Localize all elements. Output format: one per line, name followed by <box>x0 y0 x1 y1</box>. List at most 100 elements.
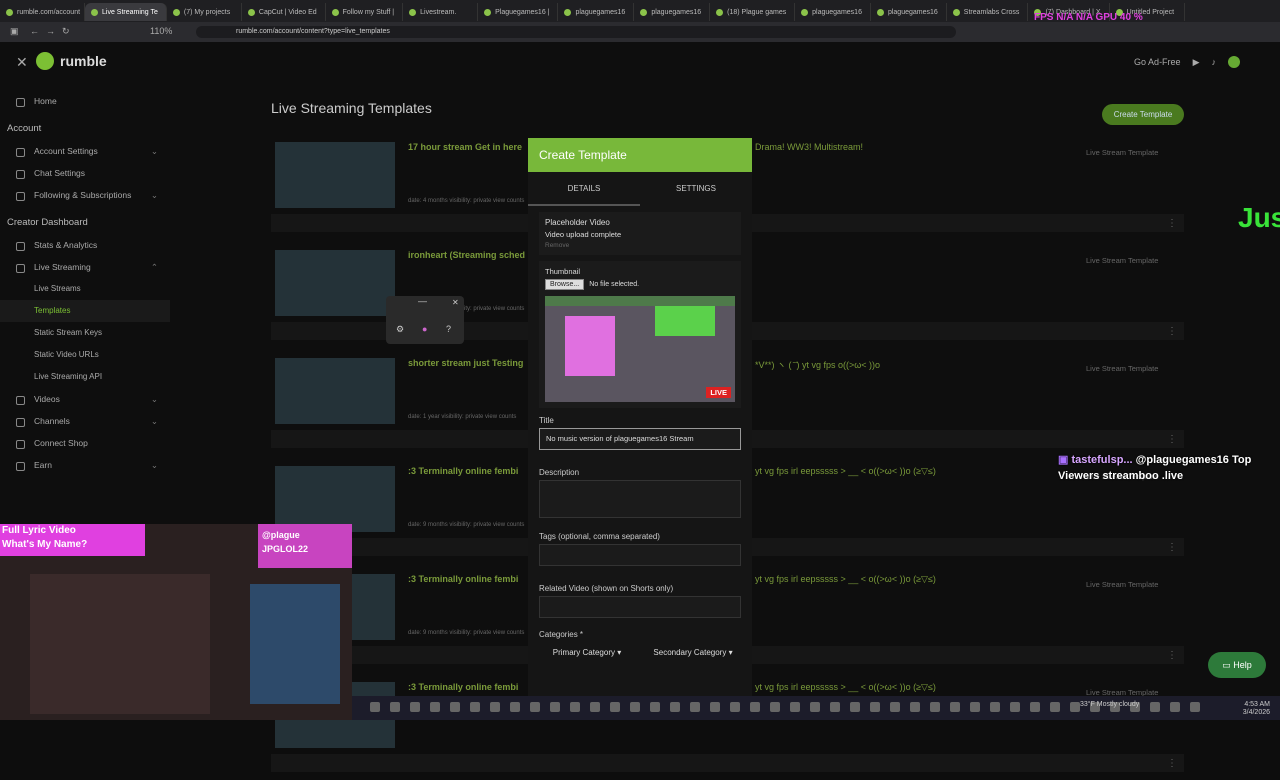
taskbar-app-icon[interactable] <box>750 702 760 712</box>
camera-icon[interactable]: ▶ <box>1193 57 1200 68</box>
template-title[interactable]: :3 Terminally online fembi <box>408 466 518 476</box>
sidebar-item-shop[interactable]: Connect Shop <box>0 432 170 454</box>
taskbar-app-icon[interactable] <box>930 702 940 712</box>
sidebar-item-live-streams[interactable]: Live Streams <box>0 278 170 300</box>
taskbar-app-icon[interactable] <box>670 702 680 712</box>
taskbar-app-icon[interactable] <box>850 702 860 712</box>
taskbar-app-icon[interactable] <box>430 702 440 712</box>
more-options-icon[interactable]: ⋮ <box>1167 650 1177 661</box>
close-icon[interactable]: ✕ <box>452 298 459 307</box>
taskbar-app-icon[interactable] <box>790 702 800 712</box>
taskbar-app-icon[interactable] <box>630 702 640 712</box>
reload-icon[interactable]: ↻ <box>62 26 70 37</box>
taskbar-app-icon[interactable] <box>830 702 840 712</box>
sidebar-item-stats[interactable]: Stats & Analytics <box>0 234 170 256</box>
microphone-icon[interactable]: ● <box>422 324 427 334</box>
template-title[interactable]: ironheart (Streaming sched <box>408 250 525 260</box>
browser-tab[interactable]: Livestream. <box>403 3 479 21</box>
taskbar-app-icon[interactable] <box>450 702 460 712</box>
taskbar-app-icon[interactable] <box>1070 702 1080 712</box>
remove-link[interactable]: Remove <box>545 242 735 249</box>
taskbar-app-icon[interactable] <box>950 702 960 712</box>
browser-tab[interactable]: Streamlabs Cross <box>947 3 1029 21</box>
browser-tab[interactable]: Live Streaming Te <box>85 3 167 21</box>
taskbar-app-icon[interactable] <box>410 702 420 712</box>
address-bar[interactable]: rumble.com/account/content?type=live_tem… <box>196 26 956 38</box>
taskbar-app-icon[interactable] <box>570 702 580 712</box>
template-title[interactable]: 17 hour stream Get in here <box>408 142 522 152</box>
browser-tab[interactable]: (7) My projects <box>167 3 242 21</box>
tab-details[interactable]: DETAILS <box>528 172 640 206</box>
browser-tab[interactable]: plaguegames16 <box>795 3 871 21</box>
help-icon[interactable]: ? <box>446 324 451 334</box>
secondary-category-select[interactable]: Secondary Category ▾ <box>645 643 741 663</box>
taskbar-app-icon[interactable] <box>710 702 720 712</box>
sidebar-item-live-streaming[interactable]: Live Streaming ⌃ <box>0 256 170 278</box>
taskbar-app-icon[interactable] <box>1030 702 1040 712</box>
taskbar-app-icon[interactable] <box>390 702 400 712</box>
sidebar-item-api[interactable]: Live Streaming API <box>0 366 170 388</box>
taskbar-app-icon[interactable] <box>890 702 900 712</box>
taskbar-app-icon[interactable] <box>1190 702 1200 712</box>
primary-category-select[interactable]: Primary Category ▾ <box>539 643 635 663</box>
browse-button[interactable]: Browse... <box>545 279 585 290</box>
sidebar-item-earn[interactable]: Earn ⌄ <box>0 454 170 476</box>
taskbar-app-icon[interactable] <box>550 702 560 712</box>
sidebar-toggle-icon[interactable]: ▣ <box>10 26 19 37</box>
sidebar-item-templates[interactable]: Templates <box>0 300 170 322</box>
close-icon[interactable]: ✕ <box>16 54 28 71</box>
sidebar-item-stream-keys[interactable]: Static Stream Keys <box>0 322 170 344</box>
taskbar-app-icon[interactable] <box>1050 702 1060 712</box>
tags-input[interactable] <box>539 544 741 566</box>
taskbar-app-icon[interactable] <box>1010 702 1020 712</box>
template-thumbnail[interactable] <box>275 466 395 532</box>
taskbar-app-icon[interactable] <box>1170 702 1180 712</box>
zoom-level[interactable]: 110% <box>150 26 172 36</box>
browser-tab[interactable]: (18) Plague games <box>710 3 796 21</box>
taskbar-app-icon[interactable] <box>970 702 980 712</box>
taskbar-app-icon[interactable] <box>590 702 600 712</box>
help-button[interactable]: ▭ Help <box>1208 652 1266 678</box>
taskbar-app-icon[interactable] <box>690 702 700 712</box>
taskbar-app-icon[interactable] <box>610 702 620 712</box>
create-template-button[interactable]: Create Template <box>1102 104 1184 125</box>
sidebar-item-channels[interactable]: Channels ⌄ <box>0 410 170 432</box>
title-input[interactable]: No music version of plaguegames16 Stream <box>539 428 741 450</box>
more-options-icon[interactable]: ⋮ <box>1167 326 1177 337</box>
taskbar-app-icon[interactable] <box>990 702 1000 712</box>
browser-tab[interactable]: Plaguegames16 | <box>478 3 559 21</box>
taskbar-app-icon[interactable] <box>1150 702 1160 712</box>
minimize-icon[interactable]: — <box>418 296 427 306</box>
taskbar-app-icon[interactable] <box>770 702 780 712</box>
taskbar-app-icon[interactable] <box>490 702 500 712</box>
avatar[interactable] <box>1228 56 1240 68</box>
sidebar-item-home[interactable]: Home <box>0 90 170 112</box>
rumble-logo[interactable]: rumble <box>36 52 107 70</box>
bell-icon[interactable]: ♪ <box>1212 57 1217 67</box>
template-title[interactable]: :3 Terminally online fembi <box>408 682 518 692</box>
more-options-icon[interactable]: ⋮ <box>1167 218 1177 229</box>
taskbar-app-icon[interactable] <box>530 702 540 712</box>
browser-tab[interactable]: plaguegames16 <box>634 3 711 21</box>
sidebar-item-following[interactable]: Following & Subscriptions ⌄ <box>0 184 170 206</box>
more-options-icon[interactable]: ⋮ <box>1167 434 1177 445</box>
taskbar-app-icon[interactable] <box>370 702 380 712</box>
taskbar-app-icon[interactable] <box>730 702 740 712</box>
template-thumbnail[interactable] <box>275 358 395 424</box>
taskbar-app-icon[interactable] <box>510 702 520 712</box>
back-icon[interactable]: ← <box>30 26 39 36</box>
template-thumbnail[interactable] <box>275 250 395 316</box>
taskbar-app-icon[interactable] <box>470 702 480 712</box>
template-thumbnail[interactable] <box>275 142 395 208</box>
browser-tab[interactable]: rumble.com/account <box>0 3 85 21</box>
forward-icon[interactable]: → <box>46 26 55 36</box>
taskbar-app-icon[interactable] <box>650 702 660 712</box>
sidebar-item-videos[interactable]: Videos ⌄ <box>0 388 170 410</box>
template-title[interactable]: :3 Terminally online fembi <box>408 574 518 584</box>
gear-icon[interactable]: ⚙ <box>396 324 404 335</box>
taskbar-app-icon[interactable] <box>810 702 820 712</box>
taskbar-app-icon[interactable] <box>870 702 880 712</box>
template-title[interactable]: shorter stream just Testing <box>408 358 523 368</box>
more-options-icon[interactable]: ⋮ <box>1167 758 1177 769</box>
browser-tab[interactable]: plaguegames16 <box>558 3 635 21</box>
